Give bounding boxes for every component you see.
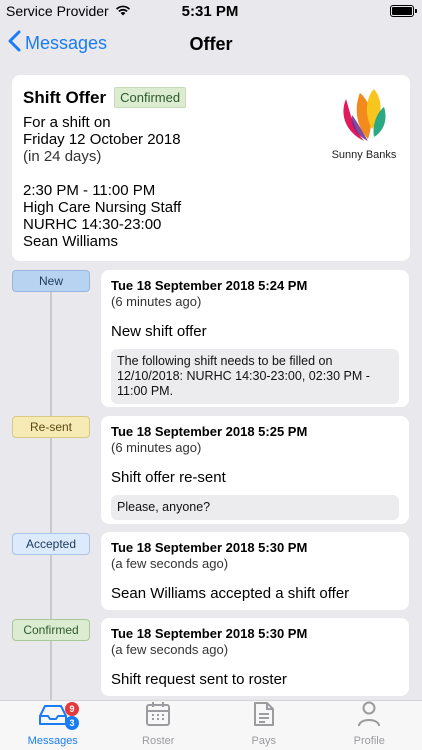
- nav-bar: Messages Offer: [0, 22, 422, 66]
- event-relative-time: (a few seconds ago): [111, 556, 229, 571]
- back-label: Messages: [25, 33, 108, 53]
- event-date: Tue 18 September 2018 5:30 PM: [111, 626, 308, 641]
- offer-person: Sean Williams: [23, 233, 119, 250]
- battery-icon: [389, 5, 417, 17]
- event-relative-time: (6 minutes ago): [111, 440, 202, 455]
- event-title: Sean Williams accepted a shift offer: [111, 585, 350, 602]
- tab-label: Pays: [251, 735, 276, 747]
- pending-badge: 3: [65, 716, 79, 730]
- timeline-badge-accepted: Accepted: [12, 533, 90, 555]
- tab-pays[interactable]: Pays: [211, 701, 317, 750]
- tab-label: Profile: [353, 735, 385, 747]
- carrier-label: Service Provider: [6, 3, 109, 19]
- offer-time-range: 2:30 PM - 11:00 PM: [23, 182, 156, 199]
- timeline-event: Tue 18 September 2018 5:24 PM (6 minutes…: [101, 270, 409, 407]
- offer-code: NURHC 14:30-23:00: [23, 216, 162, 233]
- timeline-event: Tue 18 September 2018 5:30 PM (a few sec…: [101, 618, 409, 696]
- offer-card: Shift Offer Confirmed For a shift on Fri…: [12, 75, 410, 261]
- back-button[interactable]: Messages: [8, 30, 107, 57]
- document-icon: [253, 701, 275, 732]
- tab-roster[interactable]: Roster: [106, 701, 212, 750]
- event-date: Tue 18 September 2018 5:25 PM: [111, 424, 308, 439]
- timeline-badge-new: New: [12, 270, 90, 292]
- event-date: Tue 18 September 2018 5:30 PM: [111, 540, 308, 555]
- tab-profile[interactable]: Profile: [317, 701, 422, 750]
- event-title: New shift offer: [111, 323, 207, 340]
- status-bar: Service Provider 5:31 PM: [0, 0, 422, 22]
- chevron-left-icon: [8, 30, 21, 57]
- timeline-event: Tue 18 September 2018 5:30 PM (a few sec…: [101, 532, 409, 610]
- timeline-badge-resent: Re-sent: [12, 416, 90, 438]
- offer-role: High Care Nursing Staff: [23, 199, 182, 216]
- event-title: Shift offer re-sent: [111, 469, 226, 486]
- wifi-icon: [115, 3, 131, 19]
- unread-badge: 9: [65, 702, 79, 716]
- event-title: Shift request sent to roster: [111, 671, 287, 688]
- tab-bar: 9 3 Messages Roster Pays Profile: [0, 700, 422, 750]
- timeline-event: Tue 18 September 2018 5:25 PM (6 minutes…: [101, 416, 409, 524]
- inbox-icon: [38, 703, 68, 732]
- event-note: The following shift needs to be filled o…: [111, 349, 399, 404]
- status-badge: Confirmed: [114, 87, 187, 108]
- event-relative-time: (6 minutes ago): [111, 294, 202, 309]
- organization-logo: Sunny Banks: [328, 85, 400, 161]
- tab-label: Messages: [27, 735, 78, 747]
- calendar-icon: [145, 701, 171, 732]
- page-title: Offer: [189, 33, 233, 54]
- sunny-banks-logo-icon: [343, 89, 386, 141]
- tab-label: Roster: [142, 735, 175, 747]
- offer-title: Shift Offer: [23, 87, 107, 107]
- tab-messages[interactable]: 9 3 Messages: [0, 701, 106, 750]
- person-icon: [357, 701, 381, 732]
- offer-detail: Shift Offer Confirmed For a shift on Fri…: [0, 66, 422, 700]
- event-relative-time: (a few seconds ago): [111, 642, 229, 657]
- organization-name: Sunny Banks: [331, 149, 397, 161]
- event-note: Please, anyone?: [111, 495, 399, 520]
- event-date: Tue 18 September 2018 5:24 PM: [111, 278, 308, 293]
- timeline-badge-confirmed: Confirmed: [12, 619, 90, 641]
- clock: 5:31 PM: [181, 2, 239, 20]
